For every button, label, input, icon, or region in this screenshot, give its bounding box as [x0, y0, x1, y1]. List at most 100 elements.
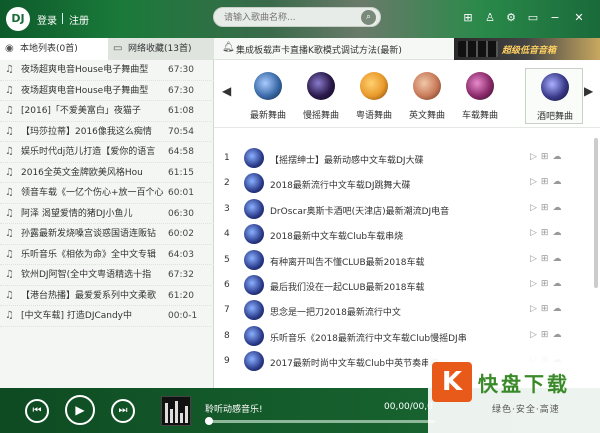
track-cover: [244, 274, 264, 295]
maximize-icon[interactable]: −: [548, 11, 562, 25]
song-title: [中文车载] 打造DJCandy中: [21, 311, 133, 321]
bell-icon: 🔔︎: [222, 42, 235, 53]
list-item[interactable]: ♫ 钦州DJ阿智(全中文粤语精选十指 67:32: [0, 265, 214, 286]
notice-bar: 🔔︎ 集成板载声卡直播K歌模式调试方法(最新) 超级低音音箱: [214, 38, 600, 60]
divider: [62, 13, 63, 24]
search-input[interactable]: [224, 11, 354, 24]
progress-bar[interactable]: [205, 420, 435, 423]
category-disc-icon: [254, 72, 282, 100]
tab-network-favorites[interactable]: ▭ 网络收藏(13首): [108, 38, 214, 60]
close-icon[interactable]: ✕: [572, 11, 586, 25]
track-actions[interactable]: ▷⊞☁: [530, 152, 565, 162]
track-actions[interactable]: ▷⊞☁: [530, 228, 565, 238]
list-item[interactable]: ♫ 孙露最新发烧嗓宫谈惑国语连贩钻 60:02: [0, 224, 214, 245]
play-button[interactable]: ▶: [65, 395, 95, 425]
list-item[interactable]: ♫ 乐听音乐《相依为命》全中文专辑 64:03: [0, 245, 214, 265]
dj-logo: DJ: [6, 7, 30, 31]
watermark-slogan: 绿色·安全·高速: [492, 405, 560, 415]
music-note-icon: ♫: [5, 105, 14, 116]
shirt-icon[interactable]: ♙: [483, 11, 497, 25]
list-item[interactable]: ♫ 【港台热播】最爱爱系列中文柔歌 61:20: [0, 286, 214, 306]
track-actions[interactable]: ▷⊞☁: [530, 304, 565, 314]
app-window: DJ 登录 注册 ⌕ ⊞ ♙ ⚙ ▭ − ✕ ◉ 本地列表(0首) ▭ 网络收藏…: [0, 0, 600, 433]
category-english[interactable]: 英文舞曲: [398, 68, 456, 124]
gear-icon[interactable]: ⚙: [504, 11, 518, 25]
ad-banner[interactable]: 超级低音音箱: [454, 38, 600, 60]
track-cover: [244, 300, 264, 321]
table-row[interactable]: 2 2018最新流行中文车载DJ跳舞大碟 ▷⊞☁: [214, 171, 600, 196]
table-row[interactable]: 6 最后我们没在一起CLUB最新2018车载 ▷⊞☁: [214, 273, 600, 298]
list-item[interactable]: ♫ [2016]「不爱美富白」夜猫子 61:08: [0, 101, 214, 122]
track-title: 2018最新流行中文车载DJ跳舞大碟: [270, 181, 411, 192]
track-list: 1 【摇摆绅士】最新动感中文车载DJ大碟 ▷⊞☁ 2 2018最新流行中文车载DJ跳舞…: [214, 146, 600, 375]
track-actions[interactable]: ▷⊞☁: [530, 279, 565, 289]
track-title: 2018最新中文车载Club车载串烧: [270, 232, 404, 243]
track-cover: [244, 224, 264, 245]
now-playing-text: 聆听动感音乐!: [205, 405, 263, 415]
track-title: 【摇摆绅士】最新动感中文车载DJ大碟: [270, 156, 424, 166]
progress-handle[interactable]: [205, 417, 213, 425]
category-strip: ◀ 最新舞曲 慢摇舞曲 粤语舞曲 英文舞曲 车载舞曲 酒吧舞曲 ▶: [214, 62, 600, 128]
song-title: 夜场超爽电音House电子舞曲型: [21, 85, 149, 96]
table-row[interactable]: 3 DrOscar奥斯卡酒吧(天津店)最新潮流DJ电音 ▷⊞☁: [214, 197, 600, 222]
song-title: 钦州DJ阿智(全中文粤语精选十指: [21, 270, 152, 280]
song-title: 孙露最新发烧嗓宫谈惑国语连贩钻: [21, 229, 157, 239]
list-item[interactable]: ♫ [中文车载] 打造DJCandy中 00:0-1: [0, 306, 214, 327]
category-disc-icon: [413, 72, 441, 100]
next-button[interactable]: ⏭︎: [111, 399, 135, 423]
tab-local-label: 本地列表(0首): [20, 44, 78, 54]
search-box: ⌕: [213, 7, 381, 27]
list-item[interactable]: ♫ 【玛莎拉蒂】2016像我这么痴情 70:54: [0, 122, 214, 142]
track-actions[interactable]: ▷⊞☁: [530, 177, 565, 187]
scrollbar[interactable]: [594, 138, 598, 288]
category-bar[interactable]: 酒吧舞曲: [525, 68, 583, 124]
song-duration: 61:20: [168, 290, 194, 301]
eye-icon: ◉: [5, 43, 14, 54]
table-row[interactable]: 7 思念是一把刀2018最新流行中文 ▷⊞☁: [214, 298, 600, 323]
watermark-title: 快盘下载: [478, 372, 570, 396]
track-number: 8: [224, 330, 230, 341]
music-note-icon: ♫: [5, 310, 14, 321]
list-item[interactable]: ♫ 阿泽 渴望爱情的猪DJ小鱼儿 06:30: [0, 204, 214, 224]
table-row[interactable]: 1 【摇摆绅士】最新动感中文车载DJ大碟 ▷⊞☁: [214, 146, 600, 171]
track-number: 1: [224, 153, 230, 163]
login-link[interactable]: 登录: [37, 12, 57, 27]
track-number: 7: [224, 305, 230, 316]
list-item[interactable]: ♫ 2016全英文金牌欧美风格Hou 61:15: [0, 163, 214, 183]
category-latest[interactable]: 最新舞曲: [239, 68, 297, 124]
song-title: 夜场超爽电音House电子舞曲型: [21, 65, 149, 75]
table-row[interactable]: 4 2018最新中文车载Club车载串烧 ▷⊞☁: [214, 222, 600, 247]
list-item[interactable]: ♫ 夜场超爽电音House电子舞曲型 67:30: [0, 81, 214, 101]
song-duration: 67:30: [168, 85, 194, 96]
grid-icon[interactable]: ⊞: [461, 11, 475, 25]
tab-network-label: 网络收藏(13首): [128, 44, 192, 54]
arrow-left-icon[interactable]: ◀: [222, 84, 231, 98]
arrow-right-icon[interactable]: ▶: [584, 84, 593, 98]
table-row[interactable]: 8 乐听音乐《2018最新流行中文车载Club慢摇DJ串 ▷⊞☁: [214, 324, 600, 349]
track-actions[interactable]: ▷⊞☁: [530, 330, 565, 340]
list-item[interactable]: ♫ 娱乐时代dj范儿打造【爱你的语言 64:58: [0, 142, 214, 163]
register-link[interactable]: 注册: [69, 12, 89, 27]
right-panel: 🔔︎ 集成板载声卡直播K歌模式调试方法(最新) 超级低音音箱 ◀ 最新舞曲 慢摇…: [214, 38, 600, 388]
notice-link[interactable]: 集成板载声卡直播K歌模式调试方法(最新): [236, 43, 402, 56]
song-title: [2016]「不爱美富白」夜猫子: [21, 106, 141, 116]
track-cover: [244, 249, 264, 270]
music-note-icon: ♫: [5, 146, 14, 157]
track-actions[interactable]: ▷⊞☁: [530, 203, 565, 213]
track-actions[interactable]: ▷⊞☁: [530, 254, 565, 264]
song-duration: 60:02: [168, 229, 194, 239]
category-slow-rock[interactable]: 慢摇舞曲: [292, 68, 350, 124]
previous-button[interactable]: ⏮︎: [25, 399, 49, 423]
search-icon[interactable]: ⌕: [361, 10, 376, 25]
list-item[interactable]: ♫ 领音车载《一亿个伤心+放一百个心 60:01: [0, 183, 214, 204]
title-bar: DJ 登录 注册 ⌕ ⊞ ♙ ⚙ ▭ − ✕: [0, 0, 600, 38]
category-cantonese[interactable]: 粤语舞曲: [345, 68, 403, 124]
song-duration: 60:01: [168, 188, 194, 198]
category-car[interactable]: 车载舞曲: [451, 68, 509, 124]
song-title: 娱乐时代dj范儿打造【爱你的语言: [21, 147, 156, 157]
tab-local-list[interactable]: ◉ 本地列表(0首): [0, 38, 108, 60]
list-item[interactable]: ♫ 夜场超爽电音House电子舞曲型 67:30: [0, 60, 214, 81]
minimize-icon[interactable]: ▭: [526, 11, 540, 25]
folder-icon: ▭: [113, 43, 123, 54]
table-row[interactable]: 5 有种离开叫告不懂CLUB最新2018车载 ▷⊞☁: [214, 248, 600, 273]
